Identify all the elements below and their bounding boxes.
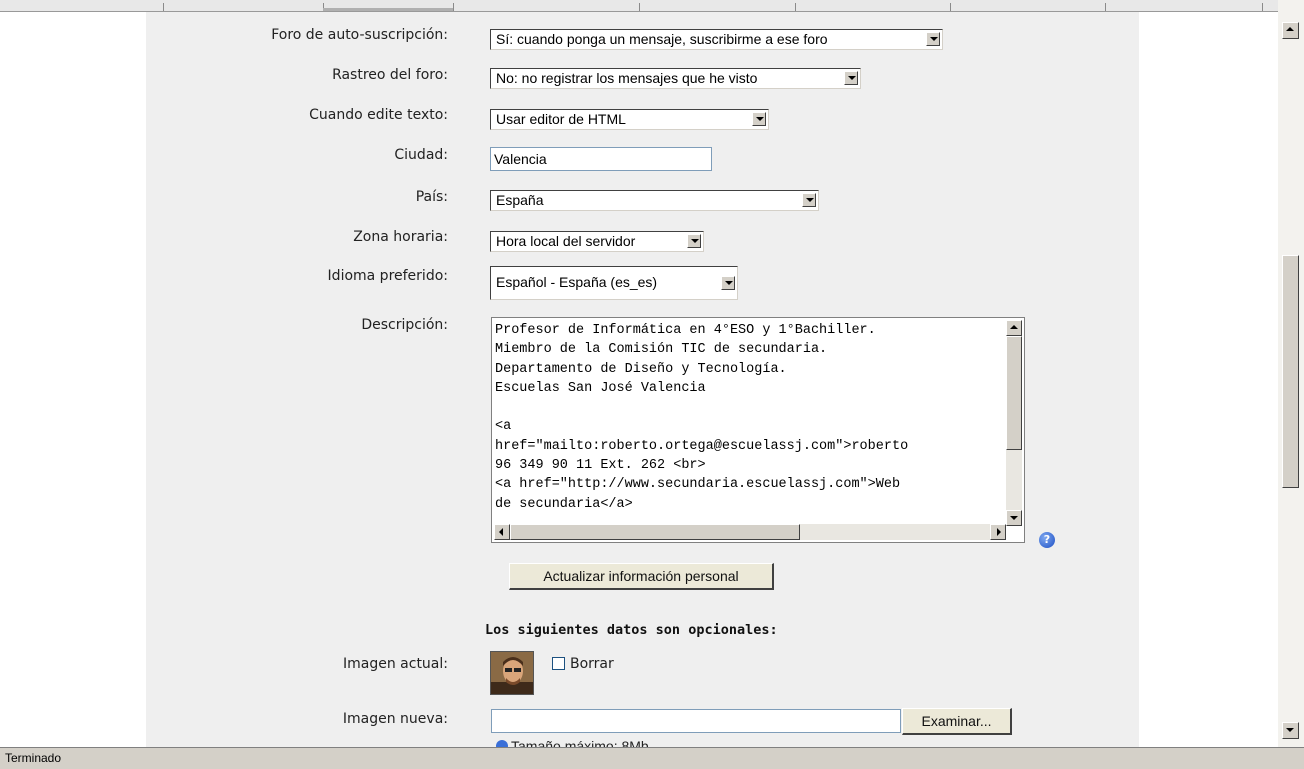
chevron-down-icon[interactable] xyxy=(802,193,816,207)
chevron-down-icon[interactable] xyxy=(721,276,735,290)
scroll-thumb[interactable] xyxy=(1006,336,1022,450)
scroll-up-icon[interactable] xyxy=(1282,22,1299,39)
zona-select[interactable]: Hora local del servidor xyxy=(490,231,704,252)
scroll-down-icon[interactable] xyxy=(1282,722,1299,739)
tab-separator xyxy=(1262,3,1263,11)
imagen-actual-label: Imagen actual: xyxy=(343,656,448,672)
scroll-thumb[interactable] xyxy=(510,524,800,540)
info-icon xyxy=(496,740,508,747)
borrar-checkbox[interactable] xyxy=(552,657,565,670)
page-vertical-scrollbar[interactable] xyxy=(1278,0,1304,747)
page-scroll-thumb[interactable] xyxy=(1282,255,1299,488)
rastreo-select[interactable]: No: no registrar los mensajes que he vis… xyxy=(490,68,861,89)
pais-label: País: xyxy=(415,189,448,205)
avatar xyxy=(490,651,534,695)
active-tab-indicator xyxy=(323,8,453,11)
ciudad-input[interactable]: Valencia xyxy=(490,147,712,171)
chevron-down-icon[interactable] xyxy=(844,71,858,85)
idioma-label: Idioma preferido: xyxy=(327,268,448,284)
status-bar: Terminado xyxy=(0,747,1304,769)
chevron-down-icon[interactable] xyxy=(687,234,701,248)
rastreo-label: Rastreo del foro: xyxy=(332,67,448,83)
chevron-down-icon[interactable] xyxy=(926,32,940,46)
zona-value: Hora local del servidor xyxy=(496,233,636,249)
tab-separator xyxy=(163,3,164,11)
ciudad-label: Ciudad: xyxy=(394,147,448,163)
avatar-image xyxy=(491,652,533,694)
browse-button[interactable]: Examinar... xyxy=(902,708,1012,735)
max-size-text: Tamaño máximo: 8Mb xyxy=(511,738,649,747)
zona-label: Zona horaria: xyxy=(353,229,448,245)
scroll-up-icon[interactable] xyxy=(1006,320,1022,336)
idioma-select[interactable]: Español - España (es_es) xyxy=(490,266,738,300)
descripcion-label: Descripción: xyxy=(361,317,448,333)
max-size-note: Tamaño máximo: 8Mb xyxy=(496,738,649,747)
pais-value: España xyxy=(496,192,544,208)
textarea-vertical-scrollbar[interactable] xyxy=(1006,320,1022,526)
editor-value: Usar editor de HTML xyxy=(496,111,626,127)
foro-auto-select[interactable]: Sí: cuando ponga un mensaje, suscribirme… xyxy=(490,29,943,50)
imagen-nueva-label: Imagen nueva: xyxy=(342,711,448,727)
descripcion-text: Profesor de Informática en 4°ESO y 1°Bac… xyxy=(495,323,909,512)
help-icon[interactable]: ? xyxy=(1039,532,1055,548)
pais-select[interactable]: España xyxy=(490,190,819,211)
foro-auto-value: Sí: cuando ponga un mensaje, suscribirme… xyxy=(496,31,828,47)
tab-separator xyxy=(795,3,796,11)
update-personal-info-button[interactable]: Actualizar información personal xyxy=(509,563,774,590)
descripcion-textarea[interactable]: Profesor de Informática en 4°ESO y 1°Bac… xyxy=(491,317,1025,543)
status-text: Terminado xyxy=(5,751,62,765)
editor-label: Cuando edite texto: xyxy=(309,107,448,123)
chevron-down-icon[interactable] xyxy=(752,112,766,126)
top-tab-strip xyxy=(0,0,1278,12)
browser-viewport: Foro de auto-suscripción: Sí: cuando pon… xyxy=(0,0,1278,747)
tab-separator xyxy=(639,3,640,11)
scroll-right-icon[interactable] xyxy=(990,524,1006,540)
tab-separator xyxy=(453,3,454,11)
scroll-down-icon[interactable] xyxy=(1006,510,1022,526)
editor-select[interactable]: Usar editor de HTML xyxy=(490,109,769,130)
textarea-horizontal-scrollbar[interactable] xyxy=(494,524,1006,540)
idioma-value: Español - España (es_es) xyxy=(496,274,658,290)
tab-separator xyxy=(950,3,951,11)
scroll-left-icon[interactable] xyxy=(494,524,510,540)
rastreo-value: No: no registrar los mensajes que he vis… xyxy=(496,70,758,86)
imagen-nueva-input[interactable] xyxy=(491,709,901,733)
borrar-label: Borrar xyxy=(570,656,614,672)
foro-auto-label: Foro de auto-suscripción: xyxy=(271,27,448,43)
optional-data-heading: Los siguientes datos son opcionales: xyxy=(485,622,778,638)
tab-separator xyxy=(1105,3,1106,11)
